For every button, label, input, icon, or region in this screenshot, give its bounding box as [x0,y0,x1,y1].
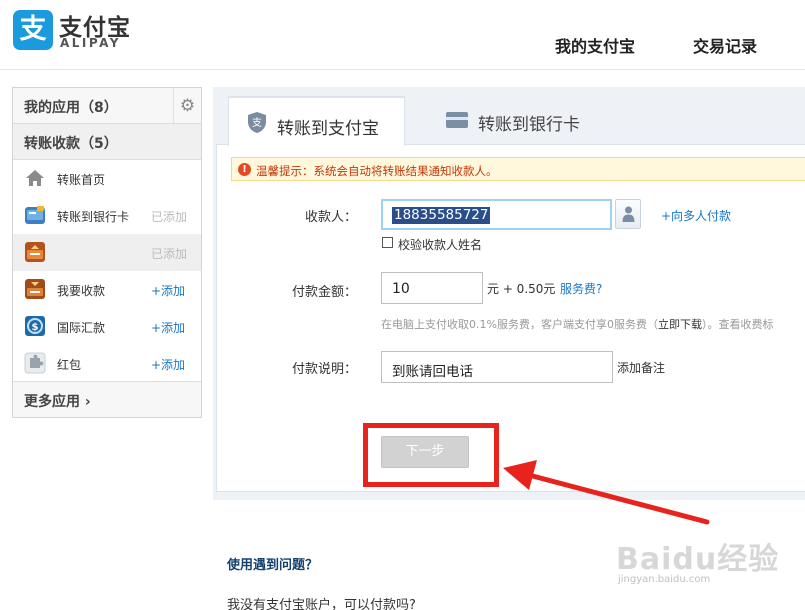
sidebar-item-label: 转账到银行卡 [57,210,130,224]
add-remark-link[interactable]: 添加备注 [617,359,665,376]
app-sidebar: 我的应用（8） ⚙ 转账收款（5） 转账首页 转账到银行卡 已添加 已添加 我要… [12,87,202,418]
fee-note: 在电脑上支付收取0.1%服务费，客户端支付享0服务费（立即下载）。查看收费标 [381,318,774,331]
chevron-right-icon: › [84,394,91,410]
recipient-label: 收款人： [304,210,357,225]
sidebar-transfer-section: 转账收款（5） [13,124,201,160]
gear-icon[interactable]: ⚙ [173,88,201,123]
tab-label: 转账到银行卡 [478,115,580,135]
sidebar-item-international-remit[interactable]: $ 国际汇款 +添加 [13,308,201,345]
tab-label: 转账到支付宝 [277,119,379,139]
bank-card-icon [446,112,468,128]
svg-text:支: 支 [252,117,262,129]
pay-multiple-link[interactable]: +向多人付款 [661,207,731,224]
amount-value: 10 [392,281,410,297]
sidebar-add-button[interactable]: +添加 [151,282,185,299]
notice-text: 温馨提示：系统会自动将转账结果通知收款人。 [256,164,498,178]
svg-text:$: $ [32,322,39,333]
nav-transaction-records[interactable]: 交易记录 [693,33,757,57]
watermark-url: jingyan.baidu.com [618,574,711,585]
memo-label: 付款说明： [291,362,357,377]
bank-card-app-icon [25,206,45,224]
sidebar-add-button[interactable]: +添加 [151,356,185,373]
recipient-value: 18835585727 [392,207,491,224]
annotation-arrow-icon [503,460,710,525]
sidebar-item-label: 转账首页 [57,173,106,187]
service-fee-link[interactable]: 服务费? [560,280,602,297]
alipay-logo-icon[interactable]: 支 [13,10,53,50]
sidebar-item-transfer-home[interactable]: 转账首页 [13,160,201,197]
annotation-highlight-box [363,423,499,487]
person-icon [622,206,635,222]
home-icon [26,170,44,186]
verify-name-label[interactable]: 校验收款人姓名 [398,236,482,253]
sidebar-my-apps-label: 我的应用（8） [24,100,118,116]
download-now-link[interactable]: 立即下载 [658,318,702,331]
international-remit-icon: $ [25,316,45,336]
memo-input[interactable]: 到账请回电话 [381,351,613,383]
help-title[interactable]: 使用遇到问题？ [227,554,318,573]
sidebar-item-label: 国际汇款 [57,321,106,335]
sidebar-item-receive-money[interactable]: 我要收款 +添加 [13,271,201,308]
receive-money-icon [25,279,45,299]
baidu-watermark: Baidu经验 jingyan.baidu.com [612,534,787,594]
sidebar-item-bank-card[interactable]: 转账到银行卡 已添加 [13,197,201,234]
sidebar-more-label: 更多应用 [24,394,80,410]
recipient-input[interactable]: 18835585727 [381,199,612,230]
nav-my-alipay[interactable]: 我的支付宝 [555,33,635,57]
verify-name-checkbox[interactable] [382,237,393,248]
amount-label: 付款金额： [291,285,357,300]
sidebar-item-label: 红包 [57,358,82,372]
memo-value: 到账请回电话 [392,364,473,380]
puzzle-icon [24,352,46,374]
amount-unit-text: 元 + 0.50元 [487,282,556,296]
sidebar-add-button[interactable]: +添加 [151,319,185,336]
contacts-button[interactable] [615,199,641,229]
sidebar-more-apps[interactable]: 更多应用 › [13,381,201,417]
sidebar-item-label: 我要收款 [57,284,106,298]
sidebar-transfer-section-label: 转账收款（5） [24,136,118,152]
logo-text-en[interactable]: ALIPAY [60,36,121,50]
top-header: 支 支付宝 ALIPAY 我的支付宝 交易记录 [0,0,805,70]
sidebar-item-red-packet[interactable]: 红包 +添加 [13,345,201,382]
amount-input[interactable]: 10 [381,272,483,304]
sidebar-item-status: 已添加 [151,247,188,261]
transfer-app-icon [25,242,45,262]
sidebar-item-transfer-alipay[interactable]: 已添加 [13,234,201,271]
help-question[interactable]: 我没有支付宝账户，可以付款吗? [227,594,416,610]
alipay-shield-icon: 支 [248,112,266,133]
tab-transfer-to-alipay[interactable]: 支 转账到支付宝 [228,96,405,146]
sidebar-item-status: 已添加 [151,210,188,224]
notice-bar: ! 温馨提示：系统会自动将转账结果通知收款人。 [231,157,805,181]
watermark-main: Baidu经验 [616,542,780,577]
sidebar-my-apps[interactable]: 我的应用（8） ⚙ [13,88,201,124]
warning-icon: ! [238,163,251,176]
